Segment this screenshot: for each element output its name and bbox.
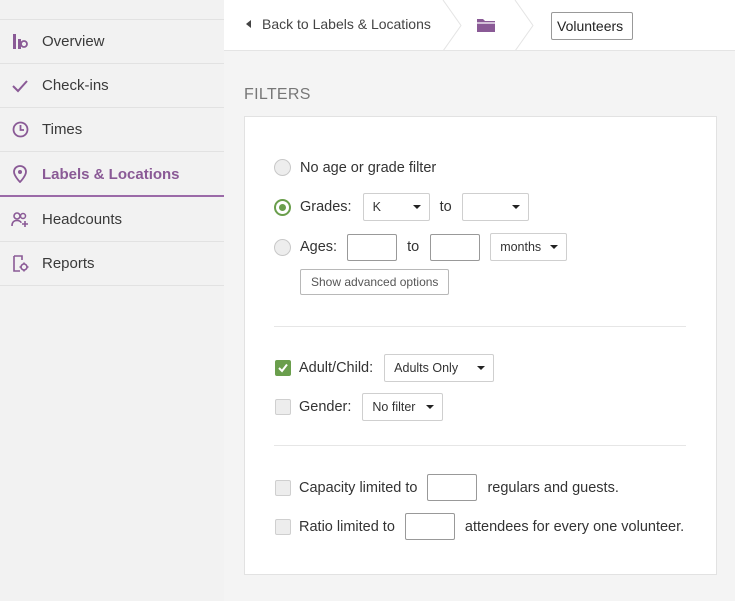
grades-radio[interactable]: [274, 198, 291, 216]
capacity-checkbox[interactable]: [275, 479, 291, 496]
ages-to-label: to: [407, 239, 420, 255]
filters-heading: FILTERS: [244, 86, 311, 103]
ages-option: Ages: to months: [274, 233, 568, 261]
people-add-icon: [11, 211, 29, 229]
grades-label: Grades:: [300, 199, 352, 215]
chevron-down-icon: [426, 405, 435, 409]
no-filter-radio[interactable]: [274, 159, 291, 176]
capacity-input[interactable]: [427, 474, 478, 501]
adult-child-label: Adult/Child:: [299, 360, 374, 376]
sidebar-item-label: Check-ins: [42, 77, 109, 94]
grades-option: Grades: K to: [274, 193, 529, 221]
main-content: Back to Labels & Locations FILTERS No ag…: [224, 0, 735, 601]
caret-left-icon: [246, 20, 251, 28]
chevron-down-icon: [477, 366, 486, 370]
ratio-input[interactable]: [404, 513, 455, 540]
adult-child-value: Adults Only: [394, 361, 459, 375]
chevron-down-icon: [412, 205, 421, 209]
adult-child-select[interactable]: Adults Only: [384, 354, 495, 382]
breadcrumb-separator-icon: [514, 0, 534, 51]
sidebar-item-label: Headcounts: [42, 211, 123, 228]
capacity-label: Capacity limited to: [299, 479, 418, 496]
location-pin-icon: [11, 165, 29, 183]
ages-from-input[interactable]: [347, 233, 398, 261]
breadcrumb-separator-icon: [442, 0, 462, 51]
ratio-limit: Ratio limited to attendees for every one…: [275, 513, 684, 540]
grades-to-select[interactable]: [461, 193, 529, 221]
adult-child-filter: Adult/Child: Adults Only: [275, 354, 495, 382]
ages-radio[interactable]: [274, 238, 291, 256]
sidebar-item-label: Labels & Locations: [42, 165, 180, 183]
no-filter-label: No age or grade filter: [300, 159, 437, 176]
chevron-down-icon: [511, 205, 520, 209]
sidebar-item-overview[interactable]: Overview: [0, 20, 224, 64]
no-age-grade-filter-option[interactable]: No age or grade filter: [274, 159, 436, 176]
sidebar-item-headcounts[interactable]: Headcounts: [0, 198, 224, 242]
capacity-limit: Capacity limited to regulars and guests.: [275, 474, 619, 501]
chart-icon: [11, 33, 29, 51]
gender-value: No filter: [372, 400, 416, 414]
filters-panel: No age or grade filter Grades: K to Ages…: [244, 116, 717, 575]
back-to-labels-link[interactable]: Back to Labels & Locations: [246, 16, 431, 32]
ratio-label: Ratio limited to: [299, 518, 395, 535]
sidebar-item-labels-locations[interactable]: Labels & Locations: [0, 153, 224, 197]
ages-unit-select[interactable]: months: [490, 233, 568, 261]
grades-from-select[interactable]: K: [362, 193, 430, 221]
location-name-input[interactable]: [551, 12, 633, 40]
folder-icon: [477, 19, 495, 32]
grades-from-value: K: [372, 200, 381, 214]
show-advanced-options-button[interactable]: Show advanced options: [300, 269, 450, 295]
gender-select[interactable]: No filter: [362, 393, 444, 421]
adult-child-checkbox[interactable]: [275, 360, 291, 376]
breadcrumb-bar: Back to Labels & Locations: [224, 0, 735, 51]
ages-label: Ages:: [300, 239, 338, 255]
report-gear-icon: [11, 255, 29, 273]
sidebar: Overview Check-ins Times Labels & Locati…: [0, 0, 224, 601]
clock-icon: [11, 121, 29, 139]
grades-to-label: to: [439, 199, 452, 215]
section-divider: [274, 326, 686, 327]
ratio-checkbox[interactable]: [275, 518, 291, 535]
capacity-suffix: regulars and guests.: [487, 479, 619, 496]
checkmark-icon: [278, 363, 288, 373]
checkmark-icon: [11, 77, 29, 95]
sidebar-item-reports[interactable]: Reports: [0, 242, 224, 286]
gender-filter: Gender: No filter: [275, 393, 444, 421]
ages-to-input[interactable]: [430, 233, 481, 261]
gender-checkbox[interactable]: [275, 399, 291, 415]
ages-unit-value: months: [500, 240, 542, 254]
sidebar-item-label: Overview: [42, 33, 105, 50]
gender-label: Gender:: [299, 399, 352, 415]
sidebar-item-label: Times: [42, 121, 83, 138]
back-link-label: Back to Labels & Locations: [262, 16, 431, 32]
ratio-suffix: attendees for every one volunteer.: [464, 518, 685, 535]
chevron-down-icon: [550, 245, 559, 249]
section-divider: [274, 445, 686, 446]
sidebar-item-check-ins[interactable]: Check-ins: [0, 64, 224, 108]
sidebar-item-times[interactable]: Times: [0, 108, 224, 152]
sidebar-item-label: Reports: [42, 255, 95, 272]
